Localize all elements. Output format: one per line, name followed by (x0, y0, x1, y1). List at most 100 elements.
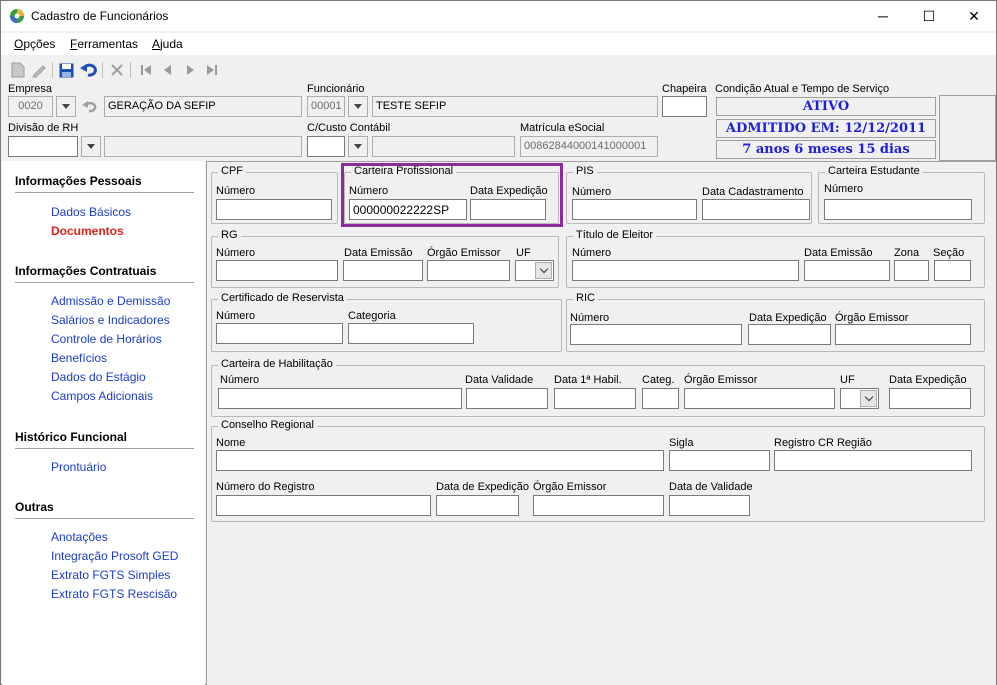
menu-opcoes[interactable]: Opções (14, 37, 55, 51)
sidebar-item-admissao[interactable]: Admissão e Demissão (51, 294, 170, 308)
sidebar-item-fgts-simples[interactable]: Extrato FGTS Simples (51, 568, 170, 582)
conselho-registro-field[interactable] (216, 495, 431, 516)
conselho-validade-label: Data de Validade (669, 481, 753, 493)
toolbar-separator (52, 62, 53, 78)
cnh-numero-label: Número (220, 374, 260, 386)
maximize-button[interactable]: ☐ (906, 1, 952, 31)
cnh-validade-field[interactable] (466, 388, 548, 409)
cnh-categ-field[interactable] (642, 388, 679, 409)
pis-data-field[interactable] (702, 199, 810, 220)
conselho-sigla-field[interactable] (669, 450, 770, 471)
prev-record-button[interactable] (159, 61, 177, 79)
cnh-habil-field[interactable] (554, 388, 636, 409)
conselho-expedicao-field[interactable] (436, 495, 519, 516)
rg-emissao-field[interactable] (343, 260, 423, 281)
cnh-orgao-field[interactable] (684, 388, 835, 409)
sidebar-item-dados-basicos[interactable]: Dados Básicos (51, 205, 131, 219)
first-record-button[interactable] (137, 61, 155, 79)
rg-numero-field[interactable] (216, 260, 338, 281)
sidebar-item-beneficios[interactable]: Benefícios (51, 351, 107, 365)
undo-button[interactable] (80, 61, 98, 79)
cnh-uf-label: UF (840, 374, 855, 386)
save-button[interactable] (57, 61, 75, 79)
main-window: Cadastro de Funcionários ─ ☐ ✕ Opções Fe… (0, 0, 997, 685)
titulo-emissao-field[interactable] (804, 260, 890, 281)
last-record-button[interactable] (203, 61, 221, 79)
ctps-numero-label: Número (349, 185, 389, 197)
edit-icon (32, 65, 46, 78)
empresa-refresh-button[interactable] (80, 96, 100, 117)
minimize-button[interactable]: ─ (860, 1, 906, 31)
empresa-dropdown-button[interactable] (56, 96, 76, 117)
rg-orgao-field[interactable] (427, 260, 510, 281)
ric-numero-label: Número (570, 312, 610, 324)
status-tempo-badge: 7 anos 6 meses 15 dias (716, 140, 936, 159)
conselho-nome-field[interactable] (216, 450, 664, 471)
sidebar-item-campos-adicionais[interactable]: Campos Adicionais (51, 389, 153, 403)
rg-uf-select[interactable] (515, 260, 554, 281)
ctps-numero-field[interactable]: 000000022222SP (349, 199, 467, 220)
reservista-numero-field[interactable] (216, 323, 343, 344)
menu-mnemonic: A (152, 37, 161, 51)
titulo-group-title: Título de Eleitor (573, 229, 657, 241)
toolbar-separator (102, 62, 103, 78)
conselho-orgao-field[interactable] (533, 495, 664, 516)
sidebar-item-horarios[interactable]: Controle de Horários (51, 332, 162, 346)
funcionario-dropdown-button[interactable] (348, 96, 368, 117)
edit-button[interactable] (30, 61, 48, 79)
sidebar-item-prontuario[interactable]: Prontuário (51, 460, 106, 474)
rg-orgao-label: Órgão Emissor (427, 247, 501, 259)
sidebar-section-title: Informações Contratuais (15, 264, 157, 278)
titulo-numero-field[interactable] (572, 260, 799, 281)
divisao-dropdown-button[interactable] (81, 136, 101, 157)
matricula-field: 00862844000141000001 (520, 136, 658, 157)
next-record-button[interactable] (181, 61, 199, 79)
divisao-field[interactable] (8, 136, 78, 157)
custo-field[interactable] (307, 136, 345, 157)
sidebar-item-estagio[interactable]: Dados do Estágio (51, 370, 146, 384)
ric-numero-field[interactable] (570, 324, 742, 345)
empresa-code-field[interactable]: 0020 (8, 96, 53, 117)
custo-label: C/Custo Contábil (307, 122, 391, 134)
titulo-secao-field[interactable] (934, 260, 971, 281)
sidebar-item-anotacoes[interactable]: Anotações (51, 530, 108, 544)
pis-numero-field[interactable] (572, 199, 697, 220)
ric-orgao-field[interactable] (835, 324, 971, 345)
prev-icon (164, 65, 171, 75)
close-button[interactable]: ✕ (951, 1, 997, 31)
employee-photo[interactable] (939, 95, 996, 161)
ric-expedicao-field[interactable] (748, 324, 831, 345)
cnh-expedicao-field[interactable] (889, 388, 971, 409)
sidebar-item-fgts-rescisao[interactable]: Extrato FGTS Rescisão (51, 587, 177, 601)
funcionario-code-field[interactable]: 00001 (307, 96, 345, 117)
new-button[interactable] (9, 61, 27, 79)
sidebar-item-documentos[interactable]: Documentos (51, 224, 124, 238)
conselho-sigla-label: Sigla (669, 437, 694, 449)
menu-ferramentas[interactable]: Ferramentas (70, 37, 138, 51)
delete-icon (111, 64, 123, 76)
cnh-numero-field[interactable] (218, 388, 462, 409)
chevron-down-icon (354, 104, 362, 109)
cnh-uf-select[interactable] (840, 388, 879, 409)
cnh-habil-label: Data 1ª Habil. (554, 374, 622, 386)
ctps-data-label: Data Expedição (470, 185, 548, 197)
estudante-numero-field[interactable] (824, 199, 972, 220)
delete-button[interactable] (108, 61, 126, 79)
chevron-down-icon (87, 144, 95, 149)
undo-icon (80, 63, 97, 77)
conselho-registro-label: Número do Registro (216, 481, 315, 493)
conselho-regiao-field[interactable] (774, 450, 972, 471)
condicao-label: Condição Atual e Tempo de Serviço (715, 83, 890, 95)
custo-dropdown-button[interactable] (348, 136, 368, 157)
menu-ajuda[interactable]: Ajuda (152, 37, 183, 51)
sidebar-item-ged[interactable]: Integração Prosoft GED (51, 549, 178, 563)
custo-name-field (372, 136, 515, 157)
cpf-numero-field[interactable] (216, 199, 332, 220)
chevron-down-icon (535, 262, 552, 279)
reservista-categoria-field[interactable] (348, 323, 474, 344)
chapeira-field[interactable] (662, 96, 707, 117)
sidebar-item-salarios[interactable]: Salários e Indicadores (51, 313, 170, 327)
titulo-zona-field[interactable] (894, 260, 929, 281)
ctps-data-field[interactable] (470, 199, 546, 220)
conselho-validade-field[interactable] (669, 495, 750, 516)
